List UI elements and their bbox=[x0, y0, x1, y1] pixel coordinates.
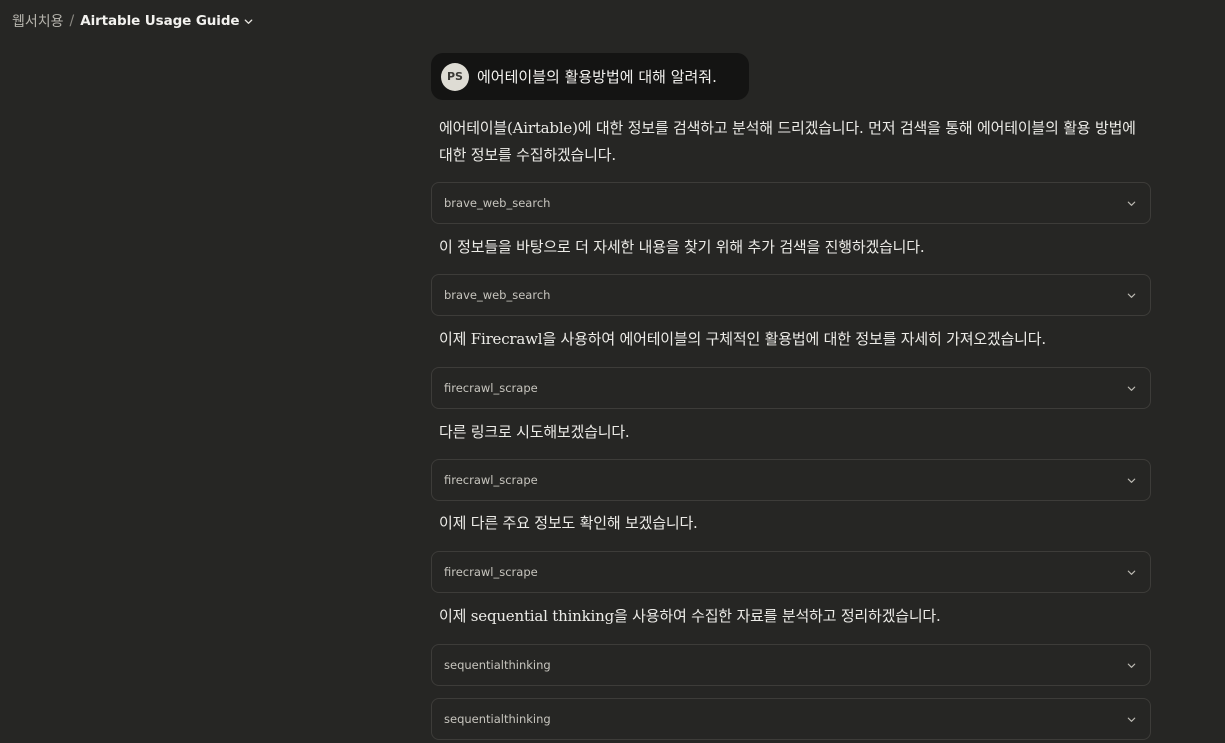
tool-call-firecrawl-scrape[interactable]: firecrawl_scrape bbox=[431, 459, 1151, 501]
tool-call-sequential-thinking[interactable]: sequentialthinking bbox=[431, 644, 1151, 686]
assistant-paragraph: 이제 다른 주요 정보도 확인해 보겠습니다. bbox=[439, 514, 698, 532]
tool-call-label: brave_web_search bbox=[444, 288, 551, 302]
tool-call-brave-web-search[interactable]: brave_web_search bbox=[431, 182, 1151, 224]
user-message: PS 에어테이블의 활용방법에 대해 알려줘. bbox=[431, 53, 749, 100]
avatar[interactable]: PS bbox=[441, 62, 469, 91]
conversation-title-button[interactable]: Airtable Usage Guide bbox=[80, 13, 254, 29]
tool-call-brave-web-search[interactable]: brave_web_search bbox=[431, 274, 1151, 316]
assistant-paragraph: 다른 링크로 시도해보겠습니다. bbox=[439, 423, 630, 441]
tool-call-firecrawl-scrape[interactable]: firecrawl_scrape bbox=[431, 551, 1151, 593]
tool-call-label: sequentialthinking bbox=[444, 712, 551, 726]
tool-call-label: firecrawl_scrape bbox=[444, 565, 538, 579]
user-message-text: 에어테이블의 활용방법에 대해 알려줘. bbox=[477, 68, 717, 86]
conversation-title: Airtable Usage Guide bbox=[80, 13, 240, 29]
breadcrumb: 웹서치용 / Airtable Usage Guide bbox=[12, 11, 254, 31]
assistant-paragraph: 이 정보들을 바탕으로 더 자세한 내용을 찾기 위해 추가 검색을 진행하겠습… bbox=[439, 238, 925, 256]
tool-call-sequential-thinking[interactable]: sequentialthinking bbox=[431, 698, 1151, 740]
assistant-paragraph: 이제 Firecrawl을 사용하여 에어테이블의 구체적인 활용법에 대한 정… bbox=[439, 330, 1046, 348]
assistant-paragraph: 이제 sequential thinking을 사용하여 수집한 자료를 분석하… bbox=[439, 607, 941, 625]
tool-call-firecrawl-scrape[interactable]: firecrawl_scrape bbox=[431, 367, 1151, 409]
assistant-paragraph: 에어테이블(Airtable)에 대한 정보를 검색하고 분석해 드리겠습니다.… bbox=[439, 119, 1136, 164]
chevron-down-icon bbox=[1127, 717, 1136, 722]
breadcrumb-separator: / bbox=[69, 13, 75, 29]
chevron-down-icon bbox=[1127, 386, 1136, 391]
chevron-down-icon bbox=[1127, 663, 1136, 668]
tool-call-label: firecrawl_scrape bbox=[444, 473, 538, 487]
chevron-down-icon bbox=[1127, 478, 1136, 483]
chevron-down-icon bbox=[1127, 293, 1136, 298]
chevron-down-icon bbox=[1127, 201, 1136, 206]
chevron-down-icon bbox=[245, 18, 253, 24]
tool-call-label: brave_web_search bbox=[444, 196, 551, 210]
breadcrumb-project[interactable]: 웹서치용 bbox=[12, 11, 64, 31]
tool-call-label: firecrawl_scrape bbox=[444, 381, 538, 395]
tool-call-label: sequentialthinking bbox=[444, 658, 551, 672]
chevron-down-icon bbox=[1127, 570, 1136, 575]
